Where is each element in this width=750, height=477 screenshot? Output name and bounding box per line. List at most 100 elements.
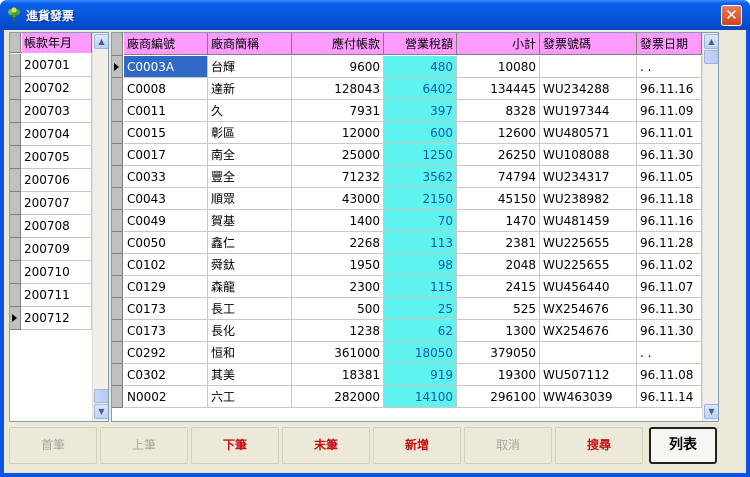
row-indicator[interactable] xyxy=(112,188,123,210)
cell-invoice-number[interactable]: WU234288 xyxy=(540,78,637,100)
cell-invoice-date[interactable]: 96.11.16 xyxy=(637,78,702,100)
cell-invoice-date[interactable]: 96.11.30 xyxy=(637,144,702,166)
cell-payable-amount[interactable]: 2268 xyxy=(292,232,384,254)
cell-payable-amount[interactable]: 128043 xyxy=(292,78,384,100)
row-indicator[interactable] xyxy=(10,123,21,146)
cell-vendor-code[interactable]: C0033 xyxy=(124,166,208,188)
cell-vendor-code[interactable]: C0129 xyxy=(124,276,208,298)
cell-vendor-name[interactable]: 六工 xyxy=(208,386,292,408)
cell-business-tax[interactable]: 25 xyxy=(384,298,457,320)
cancel-button[interactable]: 取消 xyxy=(464,427,552,464)
period-value[interactable]: 200701 xyxy=(22,54,92,76)
period-value[interactable]: 200712 xyxy=(22,307,92,329)
cell-payable-amount[interactable]: 2300 xyxy=(292,276,384,298)
cell-vendor-name[interactable]: 台輝 xyxy=(208,56,292,78)
period-row[interactable]: 200704 xyxy=(10,123,92,146)
cell-business-tax[interactable]: 62 xyxy=(384,320,457,342)
cell-vendor-code[interactable]: C0173 xyxy=(124,298,208,320)
cell-invoice-number[interactable]: WU480571 xyxy=(540,122,637,144)
period-value[interactable]: 200709 xyxy=(22,238,92,260)
cell-vendor-code[interactable]: C0043 xyxy=(124,188,208,210)
cell-vendor-name[interactable]: 賀基 xyxy=(208,210,292,232)
cell-business-tax[interactable]: 2150 xyxy=(384,188,457,210)
row-indicator[interactable] xyxy=(112,320,123,342)
row-indicator[interactable] xyxy=(112,166,123,188)
cell-invoice-number[interactable]: WU225655 xyxy=(540,232,637,254)
column-header-vendor-code[interactable]: 廠商編號 xyxy=(124,33,208,55)
cell-subtotal[interactable]: 12600 xyxy=(457,122,540,144)
cell-invoice-number[interactable]: WX254676 xyxy=(540,298,637,320)
cell-subtotal[interactable]: 10080 xyxy=(457,56,540,78)
period-value[interactable]: 200707 xyxy=(22,192,92,214)
cell-subtotal[interactable]: 1300 xyxy=(457,320,540,342)
last-record-button[interactable]: 末筆 xyxy=(282,427,370,464)
cell-invoice-date[interactable]: . . xyxy=(637,56,702,78)
cell-vendor-name[interactable]: 久 xyxy=(208,100,292,122)
cell-business-tax[interactable]: 98 xyxy=(384,254,457,276)
cell-invoice-number[interactable] xyxy=(540,56,637,78)
period-row[interactable]: 200703 xyxy=(10,100,92,123)
cell-payable-amount[interactable]: 1400 xyxy=(292,210,384,232)
cell-invoice-date[interactable]: 96.11.07 xyxy=(637,276,702,298)
cell-invoice-date[interactable]: 96.11.30 xyxy=(637,320,702,342)
cell-subtotal[interactable]: 2381 xyxy=(457,232,540,254)
cell-payable-amount[interactable]: 9600 xyxy=(292,56,384,78)
period-row[interactable]: 200702 xyxy=(10,77,92,100)
next-record-button[interactable]: 下筆 xyxy=(191,427,279,464)
cell-business-tax[interactable]: 115 xyxy=(384,276,457,298)
cell-business-tax[interactable]: 6402 xyxy=(384,78,457,100)
period-list-scrollbar[interactable]: ▲ ▼ xyxy=(92,33,108,421)
cell-business-tax[interactable]: 70 xyxy=(384,210,457,232)
cell-vendor-name[interactable]: 森龍 xyxy=(208,276,292,298)
row-indicator[interactable] xyxy=(10,261,21,284)
period-row[interactable]: 200708 xyxy=(10,215,92,238)
add-button[interactable]: 新增 xyxy=(373,427,461,464)
cell-invoice-number[interactable]: WU234317 xyxy=(540,166,637,188)
cell-business-tax[interactable]: 14100 xyxy=(384,386,457,408)
cell-invoice-number[interactable]: WU456440 xyxy=(540,276,637,298)
cell-vendor-name[interactable]: 舜鈦 xyxy=(208,254,292,276)
cell-business-tax[interactable]: 18050 xyxy=(384,342,457,364)
cell-vendor-code[interactable]: C0049 xyxy=(124,210,208,232)
row-indicator[interactable] xyxy=(10,100,21,123)
column-header-vendor-name[interactable]: 廠商簡稱 xyxy=(208,33,292,55)
cell-vendor-code[interactable]: C0292 xyxy=(124,342,208,364)
column-header-business-tax[interactable]: 營業稅額 xyxy=(384,33,457,55)
cell-invoice-number[interactable]: WU108088 xyxy=(540,144,637,166)
period-value[interactable]: 200705 xyxy=(22,146,92,168)
period-value[interactable]: 200704 xyxy=(22,123,92,145)
row-indicator[interactable] xyxy=(112,342,123,364)
cell-invoice-date[interactable]: . . xyxy=(637,342,702,364)
cell-vendor-code[interactable]: N0002 xyxy=(124,386,208,408)
cell-invoice-date[interactable]: 96.11.02 xyxy=(637,254,702,276)
cell-business-tax[interactable]: 113 xyxy=(384,232,457,254)
cell-vendor-name[interactable]: 恒和 xyxy=(208,342,292,364)
cell-vendor-name[interactable]: 豐全 xyxy=(208,166,292,188)
row-indicator[interactable] xyxy=(112,100,123,122)
cell-invoice-date[interactable]: 96.11.08 xyxy=(637,364,702,386)
period-row[interactable]: 200711 xyxy=(10,284,92,307)
cell-invoice-number[interactable]: WU197344 xyxy=(540,100,637,122)
first-record-button[interactable]: 首筆 xyxy=(9,427,97,464)
cell-subtotal[interactable]: 26250 xyxy=(457,144,540,166)
cell-subtotal[interactable]: 2415 xyxy=(457,276,540,298)
row-indicator[interactable] xyxy=(112,56,123,78)
cell-invoice-number[interactable]: WW463039 xyxy=(540,386,637,408)
cell-vendor-code[interactable]: C0008 xyxy=(124,78,208,100)
cell-vendor-code[interactable]: C0102 xyxy=(124,254,208,276)
row-indicator[interactable] xyxy=(10,192,21,215)
period-value[interactable]: 200702 xyxy=(22,77,92,99)
column-header-invoice-number[interactable]: 發票號碼 xyxy=(540,33,637,55)
cell-payable-amount[interactable]: 361000 xyxy=(292,342,384,364)
cell-vendor-code[interactable]: C0302 xyxy=(124,364,208,386)
cell-invoice-number[interactable]: WU225655 xyxy=(540,254,637,276)
cell-vendor-name[interactable]: 南全 xyxy=(208,144,292,166)
cell-subtotal[interactable]: 19300 xyxy=(457,364,540,386)
period-row[interactable]: 200705 xyxy=(10,146,92,169)
cell-vendor-code[interactable]: C0017 xyxy=(124,144,208,166)
cell-vendor-name[interactable]: 達新 xyxy=(208,78,292,100)
cell-subtotal[interactable]: 74794 xyxy=(457,166,540,188)
cell-vendor-name[interactable]: 長化 xyxy=(208,320,292,342)
row-indicator[interactable] xyxy=(10,146,21,169)
period-value[interactable]: 200710 xyxy=(22,261,92,283)
